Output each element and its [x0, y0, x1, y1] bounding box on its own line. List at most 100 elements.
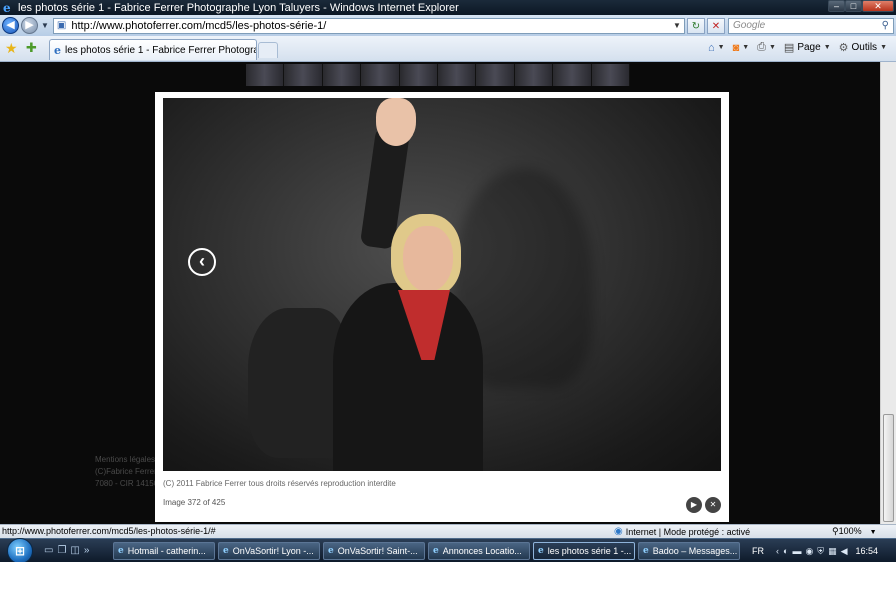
photo-hand [376, 98, 416, 146]
thumbnail[interactable] [514, 64, 554, 86]
taskbar-button[interactable]: e OnVaSortir! Saint-... [323, 542, 425, 560]
close-button[interactable]: ✕ [862, 0, 894, 12]
thumbnail[interactable] [246, 64, 285, 86]
tray-app-icon[interactable]: ◐ [783, 546, 788, 556]
favorites-star-icon[interactable]: ★ [5, 41, 18, 55]
taskbar-button[interactable]: e Annonces Locatio... [428, 542, 530, 560]
home-icon[interactable]: ⌂ [708, 42, 715, 54]
status-url: http://www.photoferrer.com/mcd5/les-phot… [2, 526, 216, 536]
thumbnail[interactable] [322, 64, 362, 86]
search-icon[interactable]: ⚲ [882, 20, 889, 31]
zoom-control[interactable]: ⚲100% ▼ [832, 526, 877, 537]
ie-icon: e [118, 546, 124, 556]
thumbnail[interactable] [399, 64, 439, 86]
volume-icon[interactable]: ◀ [841, 546, 848, 557]
thumbnail[interactable] [361, 64, 400, 86]
network-icon[interactable]: ▦ [828, 546, 837, 557]
taskbar-button-label: Badoo – Messages... [652, 546, 738, 556]
feed-dropdown-icon[interactable]: ▼ [742, 44, 749, 51]
taskbar-button-label: OnVaSortir! Lyon -... [232, 546, 314, 556]
home-dropdown-icon[interactable]: ▼ [718, 44, 725, 51]
ie-icon: e [3, 0, 11, 15]
lightbox-close-button[interactable]: ✕ [705, 497, 721, 513]
minimize-button[interactable]: – [828, 0, 845, 12]
previous-image-button[interactable]: ‹ [188, 248, 216, 276]
footer-line[interactable]: Mentions légales [95, 454, 158, 466]
ie-icon: e [328, 546, 334, 556]
quick-launch-app-icon[interactable]: ◫ [70, 545, 79, 556]
ie-icon: e [643, 546, 649, 556]
language-indicator[interactable]: FR [752, 546, 764, 556]
taskbar-button[interactable]: e Hotmail - catherin... [113, 542, 215, 560]
thumbnail[interactable] [438, 64, 477, 86]
zoom-level: 100% [838, 526, 862, 536]
page-icon: ▣ [56, 20, 67, 31]
print-dropdown-icon[interactable]: ▼ [769, 44, 776, 51]
add-favorites-icon[interactable]: ✚ [26, 41, 37, 55]
footer-line: 7080 - CIR 14150 [95, 479, 159, 488]
taskbar-button-label: les photos série 1 -... [547, 546, 632, 556]
blank-area [0, 562, 896, 602]
taskbar-buttons: e Hotmail - catherin... e OnVaSortir! Lyon… [113, 542, 740, 560]
quick-launch-more-icon[interactable]: » [84, 545, 90, 556]
tray-app-icon[interactable]: ▬ [792, 546, 801, 556]
thumbnail[interactable] [553, 64, 592, 86]
title-bar: e les photos série 1 - Fabrice Ferrer Ph… [0, 0, 896, 15]
taskbar-button[interactable]: e Badoo – Messages... [638, 542, 740, 560]
history-dropdown-icon[interactable]: ▼ [41, 21, 49, 30]
page-dropdown-icon[interactable]: ▼ [824, 44, 831, 51]
url-text: http://www.photoferrer.com/mcd5/les-phot… [71, 19, 327, 32]
tray-expand-icon[interactable]: ‹ [776, 546, 779, 556]
photo-caption: (C) 2011 Fabrice Ferrer tous droits rése… [163, 479, 396, 488]
vertical-scrollbar[interactable] [880, 62, 896, 524]
print-icon[interactable]: ⎙ [757, 41, 766, 54]
page-menu-button[interactable]: Page [797, 42, 820, 53]
quick-launch: ▭ ❐ ◫ » [44, 545, 89, 556]
photo-face [403, 226, 453, 292]
tools-dropdown-icon[interactable]: ▼ [880, 44, 887, 51]
tab-bar: ★ ✚ e les photos série 1 - Fabrice Ferre… [0, 36, 896, 62]
globe-icon: ◉ [614, 526, 623, 537]
lightbox-photo[interactable]: ‹ [163, 98, 721, 471]
show-desktop-icon[interactable]: ▭ [44, 545, 53, 556]
footer-line: (C)Fabrice Ferrer [95, 467, 157, 476]
system-clock[interactable]: 16:54 [856, 546, 879, 556]
thumbnail[interactable] [476, 64, 515, 86]
lightbox: ‹ (C) 2011 Fabrice Ferrer tous droits ré… [155, 92, 729, 522]
back-button[interactable]: ◀ [2, 17, 19, 34]
rss-feed-icon[interactable]: ◙ [733, 42, 740, 54]
window-controls: – □ ✕ [828, 0, 894, 13]
forward-button[interactable]: ▶ [21, 17, 38, 34]
tray-app-icon[interactable]: ◉ [805, 546, 813, 557]
tools-menu-button[interactable]: Outils [852, 42, 878, 53]
slideshow-play-button[interactable]: ▶ [686, 497, 702, 513]
refresh-button[interactable]: ↻ [686, 17, 705, 34]
security-zone[interactable]: ◉ Internet | Mode protégé : activé [614, 526, 750, 537]
switch-windows-icon[interactable]: ❐ [57, 545, 66, 556]
taskbar-button-label: Hotmail - catherin... [127, 546, 206, 556]
ie-icon: e [223, 546, 229, 556]
taskbar: ⊞ ▭ ❐ ◫ » e Hotmail - catherin... e OnVaSo… [0, 538, 896, 564]
security-shield-icon[interactable]: ⛨ [817, 546, 824, 557]
thumbnail[interactable] [591, 64, 631, 86]
stop-button[interactable]: ✕ [706, 17, 725, 34]
maximize-button[interactable]: □ [845, 0, 862, 12]
thumbnail[interactable] [284, 64, 323, 86]
status-bar: http://www.photoferrer.com/mcd5/les-phot… [0, 524, 896, 538]
page-footer: Mentions légales (C)Fabrice Ferrer 7080 … [95, 454, 158, 490]
zone-label: Internet | Mode protégé : activé [625, 526, 751, 537]
ie-icon: e [433, 546, 439, 556]
image-counter: Image 372 of 425 [163, 498, 226, 507]
tab-current[interactable]: e les photos série 1 - Fabrice Ferrer Ph… [49, 39, 257, 60]
tools-gear-icon: ⚙ [838, 42, 849, 54]
taskbar-button[interactable]: e OnVaSortir! Lyon -... [218, 542, 320, 560]
start-button[interactable]: ⊞ [7, 538, 33, 564]
page-menu-icon: ▤ [783, 42, 795, 54]
search-input[interactable]: Google ⚲ [728, 17, 894, 34]
url-field[interactable]: ▣ http://www.photoferrer.com/mcd5/les-ph… [52, 17, 685, 34]
zoom-dropdown-icon[interactable]: ▼ [870, 529, 877, 536]
url-dropdown-icon[interactable]: ▼ [673, 21, 681, 30]
new-tab-button[interactable] [258, 42, 278, 58]
taskbar-button-active[interactable]: e les photos série 1 -... [533, 542, 635, 560]
scrollbar-thumb[interactable] [883, 414, 894, 522]
